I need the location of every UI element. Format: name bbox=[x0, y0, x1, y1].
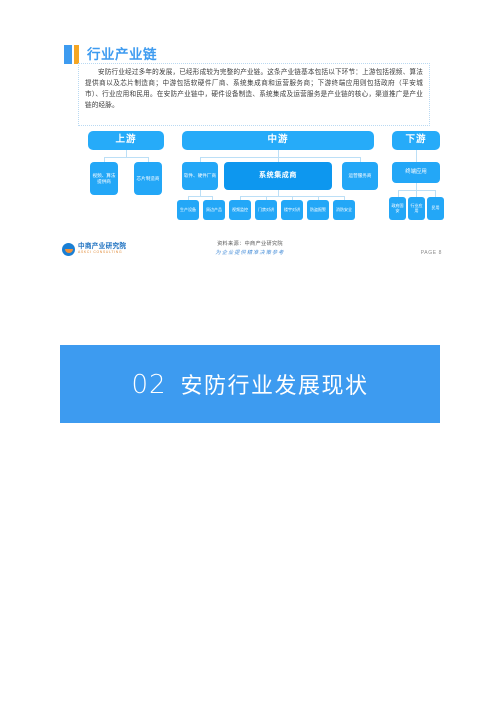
body-text-box: 安防行业经过多年的发展，已经形成较为完整的产业链。这条产业链基本包括以下环节：上… bbox=[78, 63, 430, 126]
diagram-header-downstream: 下游 bbox=[392, 131, 440, 150]
node-label: 防盗报警 bbox=[310, 206, 326, 212]
midstream-sub-burglar-alarm: 防盗报警 bbox=[307, 200, 329, 220]
node-label: 政府国安 bbox=[391, 203, 404, 213]
heading-accent-bar-orange bbox=[74, 44, 79, 64]
section-number: 02 bbox=[131, 370, 167, 400]
node-label: 视频、算法提供商 bbox=[92, 173, 116, 184]
diagram-header-upstream: 上游 bbox=[88, 131, 164, 150]
connector bbox=[398, 190, 399, 197]
node-label: 中游 bbox=[267, 134, 289, 146]
industry-chain-diagram: 上游 中游 下游 视频、算法提供商 芯片制造商 软件、硬件厂商 系统集成商 运营… bbox=[60, 131, 444, 231]
upstream-node-video-algorithm: 视频、算法提供商 bbox=[90, 162, 118, 195]
source-attribution: 资料来源：中商产业研究院 bbox=[217, 241, 283, 247]
midstream-node-operation-service-provider: 运营服务商 bbox=[342, 162, 378, 190]
midstream-sub-production-equipment: 生产设备 bbox=[177, 200, 199, 220]
node-label: 芯片制造商 bbox=[136, 175, 160, 181]
connector bbox=[126, 150, 127, 157]
connector bbox=[416, 150, 417, 162]
page-number: PAGE 8 bbox=[420, 250, 442, 256]
downstream-sub-industry-application: 行业应用 bbox=[408, 197, 425, 220]
node-label: 消防安全 bbox=[336, 206, 352, 212]
midstream-sub-access-control: 门禁对讲 bbox=[255, 200, 277, 220]
connector bbox=[278, 150, 279, 157]
upstream-node-chip-manufacturer: 芯片制造商 bbox=[134, 162, 162, 195]
section-title: 安防行业发展现状 bbox=[180, 373, 369, 398]
node-label: 行业应用 bbox=[410, 203, 423, 213]
downstream-sub-civil-use: 民用 bbox=[427, 197, 444, 220]
slide-industry-chain: 行业产业链 安防行业经过多年的发展，已经形成较为完整的产业链。这条产业链基本包括… bbox=[0, 0, 500, 300]
node-label: 上游 bbox=[115, 134, 137, 146]
connector bbox=[435, 190, 436, 197]
section-heading: 行业产业链 bbox=[64, 44, 157, 64]
node-label: 系统集成商 bbox=[259, 172, 297, 180]
heading-accent-bar-blue bbox=[64, 44, 72, 64]
midstream-node-software-hardware-vendor: 软件、硬件厂商 bbox=[182, 162, 218, 190]
connector bbox=[188, 196, 212, 197]
downstream-node-terminal-application: 终端应用 bbox=[392, 162, 440, 183]
midstream-sub-building-intercom: 楼宇对讲 bbox=[281, 200, 303, 220]
body-paragraph: 安防行业经过多年的发展，已经形成较为完整的产业链。这条产业链基本包括以下环节：上… bbox=[85, 69, 423, 109]
node-label: 楼宇对讲 bbox=[284, 206, 300, 212]
node-label: 民用 bbox=[431, 205, 440, 211]
section-divider-banner: 02 安防行业发展现状 bbox=[60, 345, 440, 423]
downstream-sub-government-security: 政府国安 bbox=[389, 197, 406, 220]
connector bbox=[416, 190, 417, 197]
node-label: 生产设备 bbox=[180, 206, 196, 212]
midstream-sub-peripheral-products: 周边产品 bbox=[203, 200, 225, 220]
connector bbox=[416, 183, 417, 190]
midstream-sub-fire-safety: 消防安全 bbox=[333, 200, 355, 220]
node-label: 周边产品 bbox=[206, 206, 222, 212]
node-label: 软件、硬件厂商 bbox=[183, 173, 217, 179]
node-label: 下游 bbox=[405, 134, 427, 146]
connector bbox=[200, 157, 360, 158]
node-label: 门禁对讲 bbox=[258, 206, 274, 212]
midstream-node-system-integrator: 系统集成商 bbox=[224, 162, 332, 190]
node-label: 终端应用 bbox=[405, 169, 427, 176]
node-label: 视频监控 bbox=[232, 206, 248, 212]
node-label: 运营服务商 bbox=[348, 173, 372, 179]
banner-content: 02 安防行业发展现状 bbox=[131, 368, 368, 400]
midstream-sub-video-surveillance: 视频监控 bbox=[229, 200, 251, 220]
connector bbox=[104, 157, 148, 158]
diagram-header-midstream: 中游 bbox=[182, 131, 374, 150]
page-title: 行业产业链 bbox=[87, 46, 157, 62]
